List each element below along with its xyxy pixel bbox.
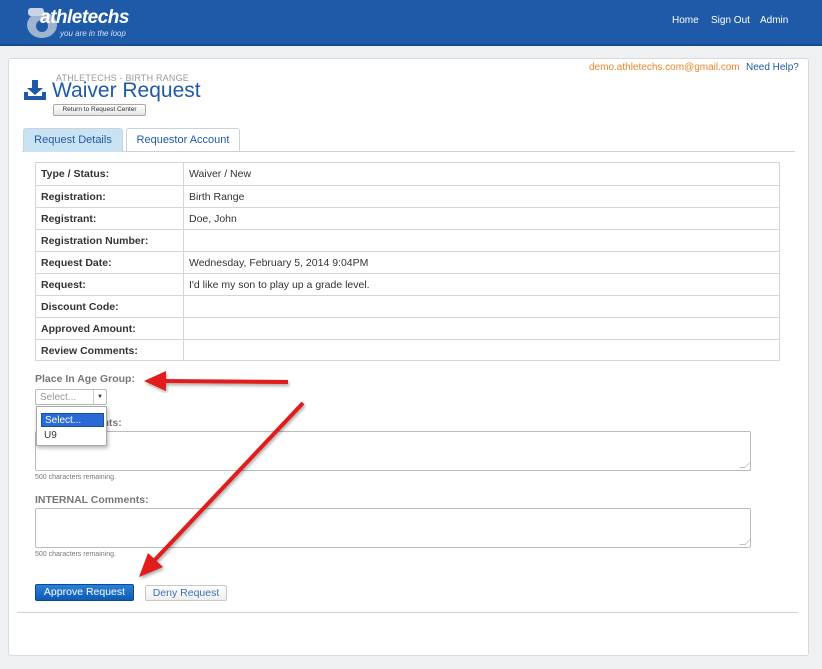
comments-chars-remaining: 500 characters remaining. (35, 474, 116, 481)
dropdown-option-u9[interactable]: U9 (41, 429, 104, 443)
chevron-down-icon[interactable]: ▼ (93, 390, 106, 404)
table-row: Registration: Birth Range (36, 185, 779, 207)
table-row: Discount Code: (36, 295, 779, 317)
return-to-request-center-button[interactable]: Return to Request Center (53, 104, 146, 116)
row-label: Approved Amount: (41, 323, 136, 335)
age-group-label: Place In Age Group: (35, 373, 135, 385)
nav-sign-out[interactable]: Sign Out (711, 15, 750, 26)
request-details-table: Type / Status: Waiver / New Registration… (35, 162, 780, 361)
download-tray-icon (24, 80, 46, 100)
comments-textarea[interactable] (35, 431, 751, 471)
age-group-select[interactable]: Select... ▼ (35, 389, 107, 405)
account-email-link[interactable]: demo.athletechs.com@gmail.com (589, 62, 740, 73)
row-value: Wednesday, February 5, 2014 9:04PM (189, 257, 369, 269)
row-label: Review Comments: (41, 345, 138, 357)
resize-grip-icon[interactable] (739, 539, 751, 545)
dropdown-option-select[interactable]: Select... (41, 413, 104, 427)
internal-comments-textarea[interactable] (35, 508, 751, 548)
row-label: Registrant: (41, 213, 97, 225)
logo-text: athletechs (40, 7, 129, 28)
table-row: Type / Status: Waiver / New (36, 163, 779, 185)
age-group-dropdown-menu: Select... U9 (36, 406, 107, 446)
row-value: Doe, John (189, 213, 237, 225)
row-label: Type / Status: (41, 168, 110, 180)
page-title: Waiver Request (52, 79, 201, 102)
row-label: Request Date: (41, 257, 112, 269)
nav-admin[interactable]: Admin (760, 15, 788, 26)
deny-request-button[interactable]: Deny Request (145, 585, 227, 601)
row-value: I'd like my son to play up a grade level… (189, 279, 370, 291)
table-row: Request: I'd like my son to play up a gr… (36, 273, 779, 295)
row-value: Waiver / New (189, 168, 252, 180)
table-row: Request Date: Wednesday, February 5, 201… (36, 251, 779, 273)
approve-request-button[interactable]: Approve Request (35, 584, 134, 601)
row-value: Birth Range (189, 191, 245, 203)
footer-divider (17, 612, 798, 613)
internal-comments-label: INTERNAL Comments: (35, 494, 149, 506)
logo-tagline: you are in the loop (60, 29, 126, 38)
nav-home[interactable]: Home (672, 15, 699, 26)
internal-chars-remaining: 500 characters remaining. (35, 551, 116, 558)
top-nav-bar: athletechs you are in the loop Home Sign… (0, 0, 822, 46)
tab-requestor-account[interactable]: Requestor Account (126, 128, 240, 151)
row-label: Registration Number: (41, 235, 149, 247)
table-row: Registration Number: (36, 229, 779, 251)
table-row: Review Comments: (36, 339, 779, 361)
help-link[interactable]: Need Help? (746, 62, 799, 73)
row-label: Request: (41, 279, 86, 291)
resize-grip-icon[interactable] (739, 462, 751, 468)
row-label: Registration: (41, 191, 106, 203)
table-row: Registrant: Doe, John (36, 207, 779, 229)
tab-request-details[interactable]: Request Details (23, 128, 123, 152)
row-label: Discount Code: (41, 301, 119, 313)
select-current-value: Select... (40, 392, 77, 403)
table-row: Approved Amount: (36, 317, 779, 339)
